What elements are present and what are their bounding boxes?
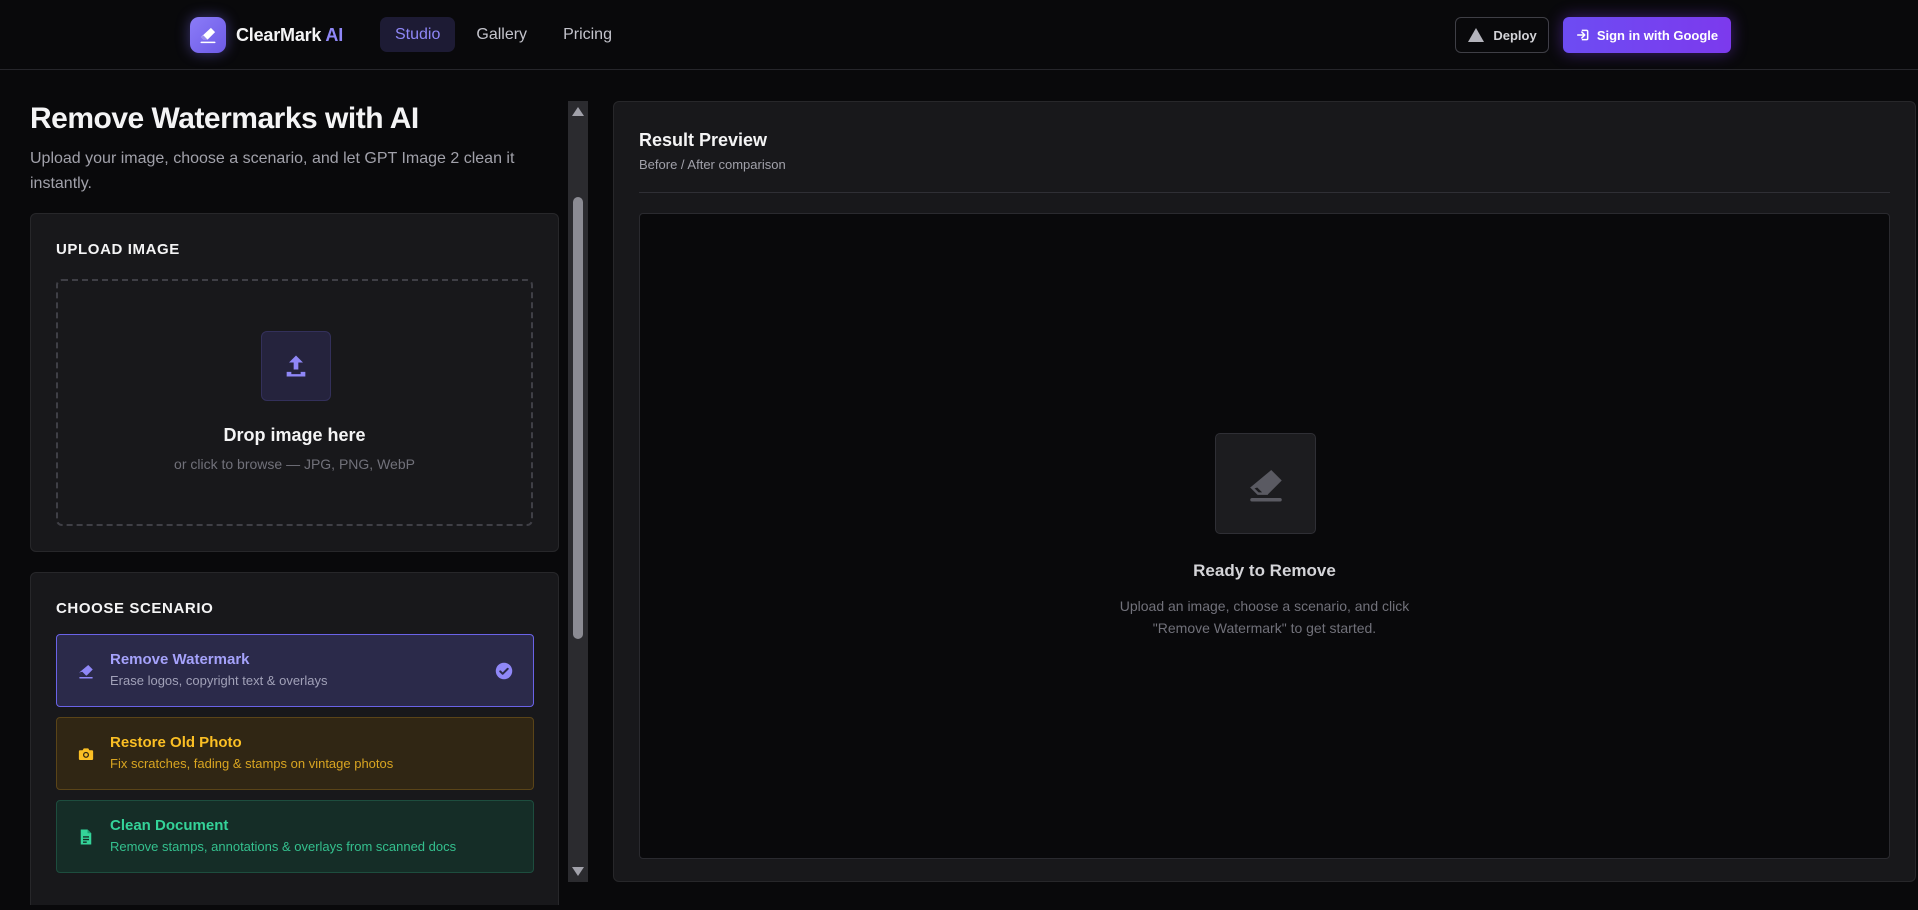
empty-state-description: Upload an image, choose a scenario, and … [640, 595, 1889, 639]
brand-name-main: ClearMark [236, 24, 322, 45]
nav-studio[interactable]: Studio [380, 17, 456, 52]
scroll-thumb[interactable] [573, 197, 583, 639]
upload-section-title: UPLOAD IMAGE [56, 241, 180, 258]
sign-in-label: Sign in with Google [1596, 27, 1719, 43]
upload-icon [261, 331, 331, 401]
drop-title: Drop image here [223, 425, 366, 445]
left-panel-scrollbar[interactable] [568, 101, 588, 882]
deploy-label: Deploy [1493, 27, 1537, 43]
brand-name-suffix: AI [325, 24, 343, 45]
document-icon [80, 829, 92, 845]
result-title: Result Preview [639, 130, 768, 150]
drop-subtitle: or click to browse — JPG, PNG, WebP [174, 456, 415, 472]
triangle-icon [1468, 28, 1485, 42]
scenario-section-title: CHOOSE SCENARIO [56, 600, 214, 617]
eraser-icon [79, 665, 93, 679]
empty-state-title: Ready to Remove [1193, 561, 1336, 580]
nav-gallery[interactable]: Gallery [461, 17, 542, 52]
empty-desc-line: Upload an image, choose a scenario, and … [1119, 598, 1410, 614]
page-title: Remove Watermarks with AI [30, 102, 419, 135]
logo[interactable]: ClearMark AI [190, 17, 343, 53]
sign-in-button[interactable]: Sign in with Google [1563, 17, 1731, 53]
result-preview-panel: Result Preview Before / After comparison… [613, 101, 1916, 882]
result-subtitle: Before / After comparison [639, 157, 786, 172]
scenario-clean-document[interactable]: Clean Document Remove stamps, annotation… [56, 800, 534, 873]
scenario-description: Remove stamps, annotations & overlays fr… [110, 839, 457, 854]
empty-desc-line: "Remove Watermark" to get started. [1152, 620, 1377, 636]
scroll-down-arrow-icon[interactable] [572, 867, 584, 876]
deploy-button[interactable]: Deploy [1455, 17, 1549, 53]
scroll-up-arrow-icon[interactable] [572, 107, 584, 116]
divider [639, 192, 1890, 193]
scenario-remove-watermark[interactable]: Remove Watermark Erase logos, copyright … [56, 634, 534, 707]
camera-icon [78, 748, 94, 760]
scenario-title: Remove Watermark [110, 651, 250, 668]
result-canvas: Ready to Remove Upload an image, choose … [639, 213, 1890, 859]
sign-in-icon [1576, 29, 1589, 41]
scenario-description: Erase logos, copyright text & overlays [110, 673, 328, 688]
scenario-title: Clean Document [110, 817, 229, 834]
page-subtitle: Upload your image, choose a scenario, an… [30, 150, 515, 192]
scenario-description: Fix scratches, fading & stamps on vintag… [110, 756, 394, 771]
image-dropzone[interactable]: Drop image here or click to browse — JPG… [56, 279, 533, 526]
eraser-icon [190, 17, 226, 53]
upload-card: UPLOAD IMAGE Drop image here or click to… [30, 213, 559, 552]
nav-pricing[interactable]: Pricing [548, 17, 627, 52]
main-nav: Studio Gallery Pricing [380, 17, 627, 52]
scenario-title: Restore Old Photo [110, 734, 242, 751]
top-bar: ClearMark AI Studio Gallery Pricing Depl… [0, 0, 1918, 70]
check-circle-icon [495, 662, 513, 680]
left-panel: Remove Watermarks with AI Upload your im… [30, 90, 559, 905]
scenario-restore-old-photo[interactable]: Restore Old Photo Fix scratches, fading … [56, 717, 534, 790]
brand-name: ClearMark AI [236, 25, 343, 46]
scenario-card: CHOOSE SCENARIO Remove Watermark Erase l… [30, 572, 559, 905]
eraser-icon [1215, 433, 1316, 534]
